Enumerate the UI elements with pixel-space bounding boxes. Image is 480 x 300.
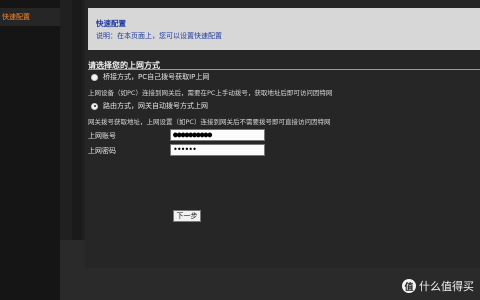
sidebar-item-quick-config[interactable]: 快速配置 [0, 8, 60, 26]
option-router[interactable]: 路由方式，网关自动拨号方式上网 [91, 101, 208, 111]
sidebar: 快速配置 [0, 0, 61, 300]
watermark-logo-icon: 值 [402, 279, 416, 293]
password-field[interactable]: •••••• [170, 144, 265, 156]
page-header: 快速配置 说明：在本页面上，您可以设置快速配置 [88, 8, 480, 50]
account-label: 上网账号 [88, 132, 116, 140]
password-label: 上网密码 [88, 147, 116, 155]
sidebar-item-label: 快速配置 [2, 13, 30, 21]
radio-router[interactable] [91, 102, 98, 110]
page-title: 快速配置 [96, 19, 126, 28]
divider [88, 69, 480, 70]
main-panel: 快速配置 说明：在本页面上，您可以设置快速配置 请选择您的上网方式 桥接方式，P… [85, 0, 480, 268]
option-bridge-label: 桥接方式，PC自己拨号获取IP上网 [103, 73, 210, 81]
radio-bridge[interactable] [91, 73, 98, 81]
watermark-text: 什么值得买 [419, 280, 474, 293]
option-bridge[interactable]: 桥接方式，PC自己拨号获取IP上网 [91, 72, 209, 82]
watermark: 值 什么值得买 [402, 278, 474, 294]
option-bridge-info: 上网设备（如PC）连接到网关后，需要在PC上手动拨号，获取地址后即可访问因特网 [88, 89, 333, 97]
page-description: 说明：在本页面上，您可以设置快速配置 [96, 32, 222, 40]
account-field[interactable]: ●●●●●●●●●● [170, 129, 265, 141]
next-button[interactable]: 下一步 [173, 210, 201, 222]
option-router-info: 网关拨号获取地址，上网设置（如PC）连接到网关后不需要拨号即可直接访问因特网 [88, 118, 331, 126]
option-router-label: 路由方式，网关自动拨号方式上网 [103, 102, 208, 110]
